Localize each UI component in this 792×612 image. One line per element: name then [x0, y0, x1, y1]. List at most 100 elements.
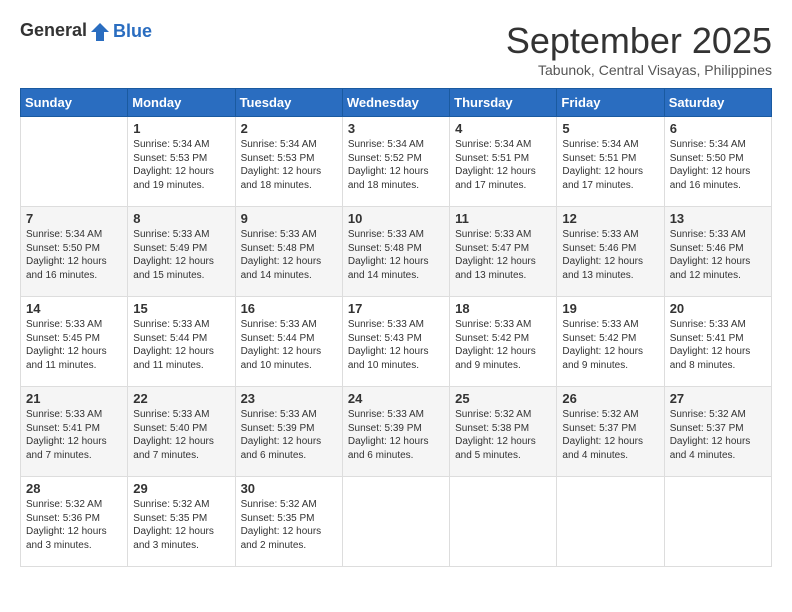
calendar-cell: 3 Sunrise: 5:34 AM Sunset: 5:52 PM Daylig… — [342, 117, 449, 207]
calendar-cell: 13Sunrise: 5:33 AM Sunset: 5:46 PM Dayli… — [664, 207, 771, 297]
calendar-cell: 18 Sunrise: 5:33 AM Sunset: 5:42 PM Dayli… — [450, 297, 557, 387]
cell-info: Sunrise: 5:33 AM Sunset: 5:41 PM Dayligh… — [670, 318, 766, 372]
day-number: 7 — [26, 211, 122, 226]
location-title: Tabunok, Central Visayas, Philippines — [506, 62, 772, 78]
calendar-cell: 2 Sunrise: 5:34 AM Sunset: 5:53 PM Daylig… — [235, 117, 342, 207]
day-number: 29 — [133, 481, 229, 496]
calendar-cell — [342, 477, 449, 567]
day-number: 3 — [348, 121, 444, 136]
calendar-cell: 14 Sunrise: 5:33 AM Sunset: 5:45 PM Dayli… — [21, 297, 128, 387]
cell-info: Sunrise: 5:33 AM Sunset: 5:39 PM Dayligh… — [348, 408, 444, 462]
calendar-cell: 30 Sunrise: 5:32 AM Sunset: 5:35 PM Dayli… — [235, 477, 342, 567]
calendar-cell: 1Sunrise: 5:34 AM Sunset: 5:53 PM Daylig… — [128, 117, 235, 207]
cell-info: Sunrise: 5:33 AM Sunset: 5:39 PM Dayligh… — [241, 408, 337, 462]
calendar-cell: 11 Sunrise: 5:33 AM Sunset: 5:47 PM Dayli… — [450, 207, 557, 297]
day-number: 24 — [348, 391, 444, 406]
day-number: 15 — [133, 301, 229, 316]
cell-info: Sunrise: 5:34 AM Sunset: 5:50 PM Dayligh… — [26, 228, 122, 282]
day-number: 21 — [26, 391, 122, 406]
cell-info: Sunrise: 5:34 AM Sunset: 5:52 PM Dayligh… — [348, 138, 444, 192]
cell-info: Sunrise: 5:33 AM Sunset: 5:42 PM Dayligh… — [562, 318, 658, 372]
cell-info: Sunrise: 5:32 AM Sunset: 5:36 PM Dayligh… — [26, 498, 122, 552]
cell-info: Sunrise: 5:32 AM Sunset: 5:35 PM Dayligh… — [133, 498, 229, 552]
page-header: General Blue September 2025 Tabunok, Cen… — [20, 20, 772, 78]
cell-info: Sunrise: 5:34 AM Sunset: 5:53 PM Dayligh… — [133, 138, 229, 192]
calendar-cell: 28 Sunrise: 5:32 AM Sunset: 5:36 PM Dayli… — [21, 477, 128, 567]
calendar-cell: 26 Sunrise: 5:32 AM Sunset: 5:37 PM Dayli… — [557, 387, 664, 477]
day-number: 11 — [455, 211, 551, 226]
cell-info: Sunrise: 5:34 AM Sunset: 5:50 PM Dayligh… — [670, 138, 766, 192]
day-number: 27 — [670, 391, 766, 406]
calendar-cell: 10Sunrise: 5:33 AM Sunset: 5:48 PM Dayli… — [342, 207, 449, 297]
weekday-header-wednesday: Wednesday — [342, 89, 449, 117]
day-number: 18 — [455, 301, 551, 316]
cell-info: Sunrise: 5:33 AM Sunset: 5:40 PM Dayligh… — [133, 408, 229, 462]
calendar-cell — [21, 117, 128, 207]
weekday-header-sunday: Sunday — [21, 89, 128, 117]
calendar-cell: 21 Sunrise: 5:33 AM Sunset: 5:41 PM Dayli… — [21, 387, 128, 477]
cell-info: Sunrise: 5:33 AM Sunset: 5:42 PM Dayligh… — [455, 318, 551, 372]
calendar-cell: 9 Sunrise: 5:33 AM Sunset: 5:48 PM Daylig… — [235, 207, 342, 297]
calendar-cell: 5Sunrise: 5:34 AM Sunset: 5:51 PM Daylig… — [557, 117, 664, 207]
day-number: 13 — [670, 211, 766, 226]
weekday-header-monday: Monday — [128, 89, 235, 117]
day-number: 30 — [241, 481, 337, 496]
cell-info: Sunrise: 5:33 AM Sunset: 5:45 PM Dayligh… — [26, 318, 122, 372]
title-section: September 2025 Tabunok, Central Visayas,… — [506, 20, 772, 78]
weekday-header-thursday: Thursday — [450, 89, 557, 117]
day-number: 9 — [241, 211, 337, 226]
cell-info: Sunrise: 5:33 AM Sunset: 5:41 PM Dayligh… — [26, 408, 122, 462]
day-number: 25 — [455, 391, 551, 406]
calendar-cell: 27Sunrise: 5:32 AM Sunset: 5:37 PM Dayli… — [664, 387, 771, 477]
calendar-cell — [557, 477, 664, 567]
cell-info: Sunrise: 5:32 AM Sunset: 5:38 PM Dayligh… — [455, 408, 551, 462]
calendar-week-row: 14 Sunrise: 5:33 AM Sunset: 5:45 PM Dayli… — [21, 297, 772, 387]
day-number: 19 — [562, 301, 658, 316]
day-number: 4 — [455, 121, 551, 136]
day-number: 23 — [241, 391, 337, 406]
day-number: 16 — [241, 301, 337, 316]
logo: General Blue — [20, 20, 152, 43]
calendar-cell — [664, 477, 771, 567]
calendar-cell: 20 Sunrise: 5:33 AM Sunset: 5:41 PM Dayli… — [664, 297, 771, 387]
cell-info: Sunrise: 5:33 AM Sunset: 5:49 PM Dayligh… — [133, 228, 229, 282]
calendar-cell: 19 Sunrise: 5:33 AM Sunset: 5:42 PM Dayli… — [557, 297, 664, 387]
cell-info: Sunrise: 5:33 AM Sunset: 5:47 PM Dayligh… — [455, 228, 551, 282]
day-number: 17 — [348, 301, 444, 316]
cell-info: Sunrise: 5:33 AM Sunset: 5:43 PM Dayligh… — [348, 318, 444, 372]
calendar-cell: 29 Sunrise: 5:32 AM Sunset: 5:35 PM Dayli… — [128, 477, 235, 567]
calendar-week-row: 21 Sunrise: 5:33 AM Sunset: 5:41 PM Dayli… — [21, 387, 772, 477]
calendar-cell: 16 Sunrise: 5:33 AM Sunset: 5:44 PM Dayli… — [235, 297, 342, 387]
day-number: 22 — [133, 391, 229, 406]
calendar-cell — [450, 477, 557, 567]
day-number: 12 — [562, 211, 658, 226]
calendar-table: SundayMondayTuesdayWednesdayThursdayFrid… — [20, 88, 772, 567]
calendar-cell: 4Sunrise: 5:34 AM Sunset: 5:51 PM Daylig… — [450, 117, 557, 207]
cell-info: Sunrise: 5:33 AM Sunset: 5:44 PM Dayligh… — [241, 318, 337, 372]
cell-info: Sunrise: 5:34 AM Sunset: 5:53 PM Dayligh… — [241, 138, 337, 192]
calendar-cell: 7 Sunrise: 5:34 AM Sunset: 5:50 PM Daylig… — [21, 207, 128, 297]
day-number: 20 — [670, 301, 766, 316]
day-number: 28 — [26, 481, 122, 496]
cell-info: Sunrise: 5:32 AM Sunset: 5:35 PM Dayligh… — [241, 498, 337, 552]
weekday-header-row: SundayMondayTuesdayWednesdayThursdayFrid… — [21, 89, 772, 117]
calendar-cell: 24 Sunrise: 5:33 AM Sunset: 5:39 PM Dayli… — [342, 387, 449, 477]
day-number: 10 — [348, 211, 444, 226]
day-number: 26 — [562, 391, 658, 406]
calendar-week-row: 7 Sunrise: 5:34 AM Sunset: 5:50 PM Daylig… — [21, 207, 772, 297]
calendar-week-row: 1Sunrise: 5:34 AM Sunset: 5:53 PM Daylig… — [21, 117, 772, 207]
weekday-header-saturday: Saturday — [664, 89, 771, 117]
weekday-header-tuesday: Tuesday — [235, 89, 342, 117]
day-number: 6 — [670, 121, 766, 136]
calendar-cell: 8Sunrise: 5:33 AM Sunset: 5:49 PM Daylig… — [128, 207, 235, 297]
logo-blue-text: Blue — [113, 21, 152, 41]
day-number: 14 — [26, 301, 122, 316]
day-number: 2 — [241, 121, 337, 136]
calendar-cell: 17 Sunrise: 5:33 AM Sunset: 5:43 PM Dayli… — [342, 297, 449, 387]
calendar-cell: 12Sunrise: 5:33 AM Sunset: 5:46 PM Dayli… — [557, 207, 664, 297]
cell-info: Sunrise: 5:33 AM Sunset: 5:48 PM Dayligh… — [241, 228, 337, 282]
calendar-cell: 22 Sunrise: 5:33 AM Sunset: 5:40 PM Dayli… — [128, 387, 235, 477]
calendar-cell: 15Sunrise: 5:33 AM Sunset: 5:44 PM Dayli… — [128, 297, 235, 387]
cell-info: Sunrise: 5:32 AM Sunset: 5:37 PM Dayligh… — [562, 408, 658, 462]
calendar-cell: 25 Sunrise: 5:32 AM Sunset: 5:38 PM Dayli… — [450, 387, 557, 477]
